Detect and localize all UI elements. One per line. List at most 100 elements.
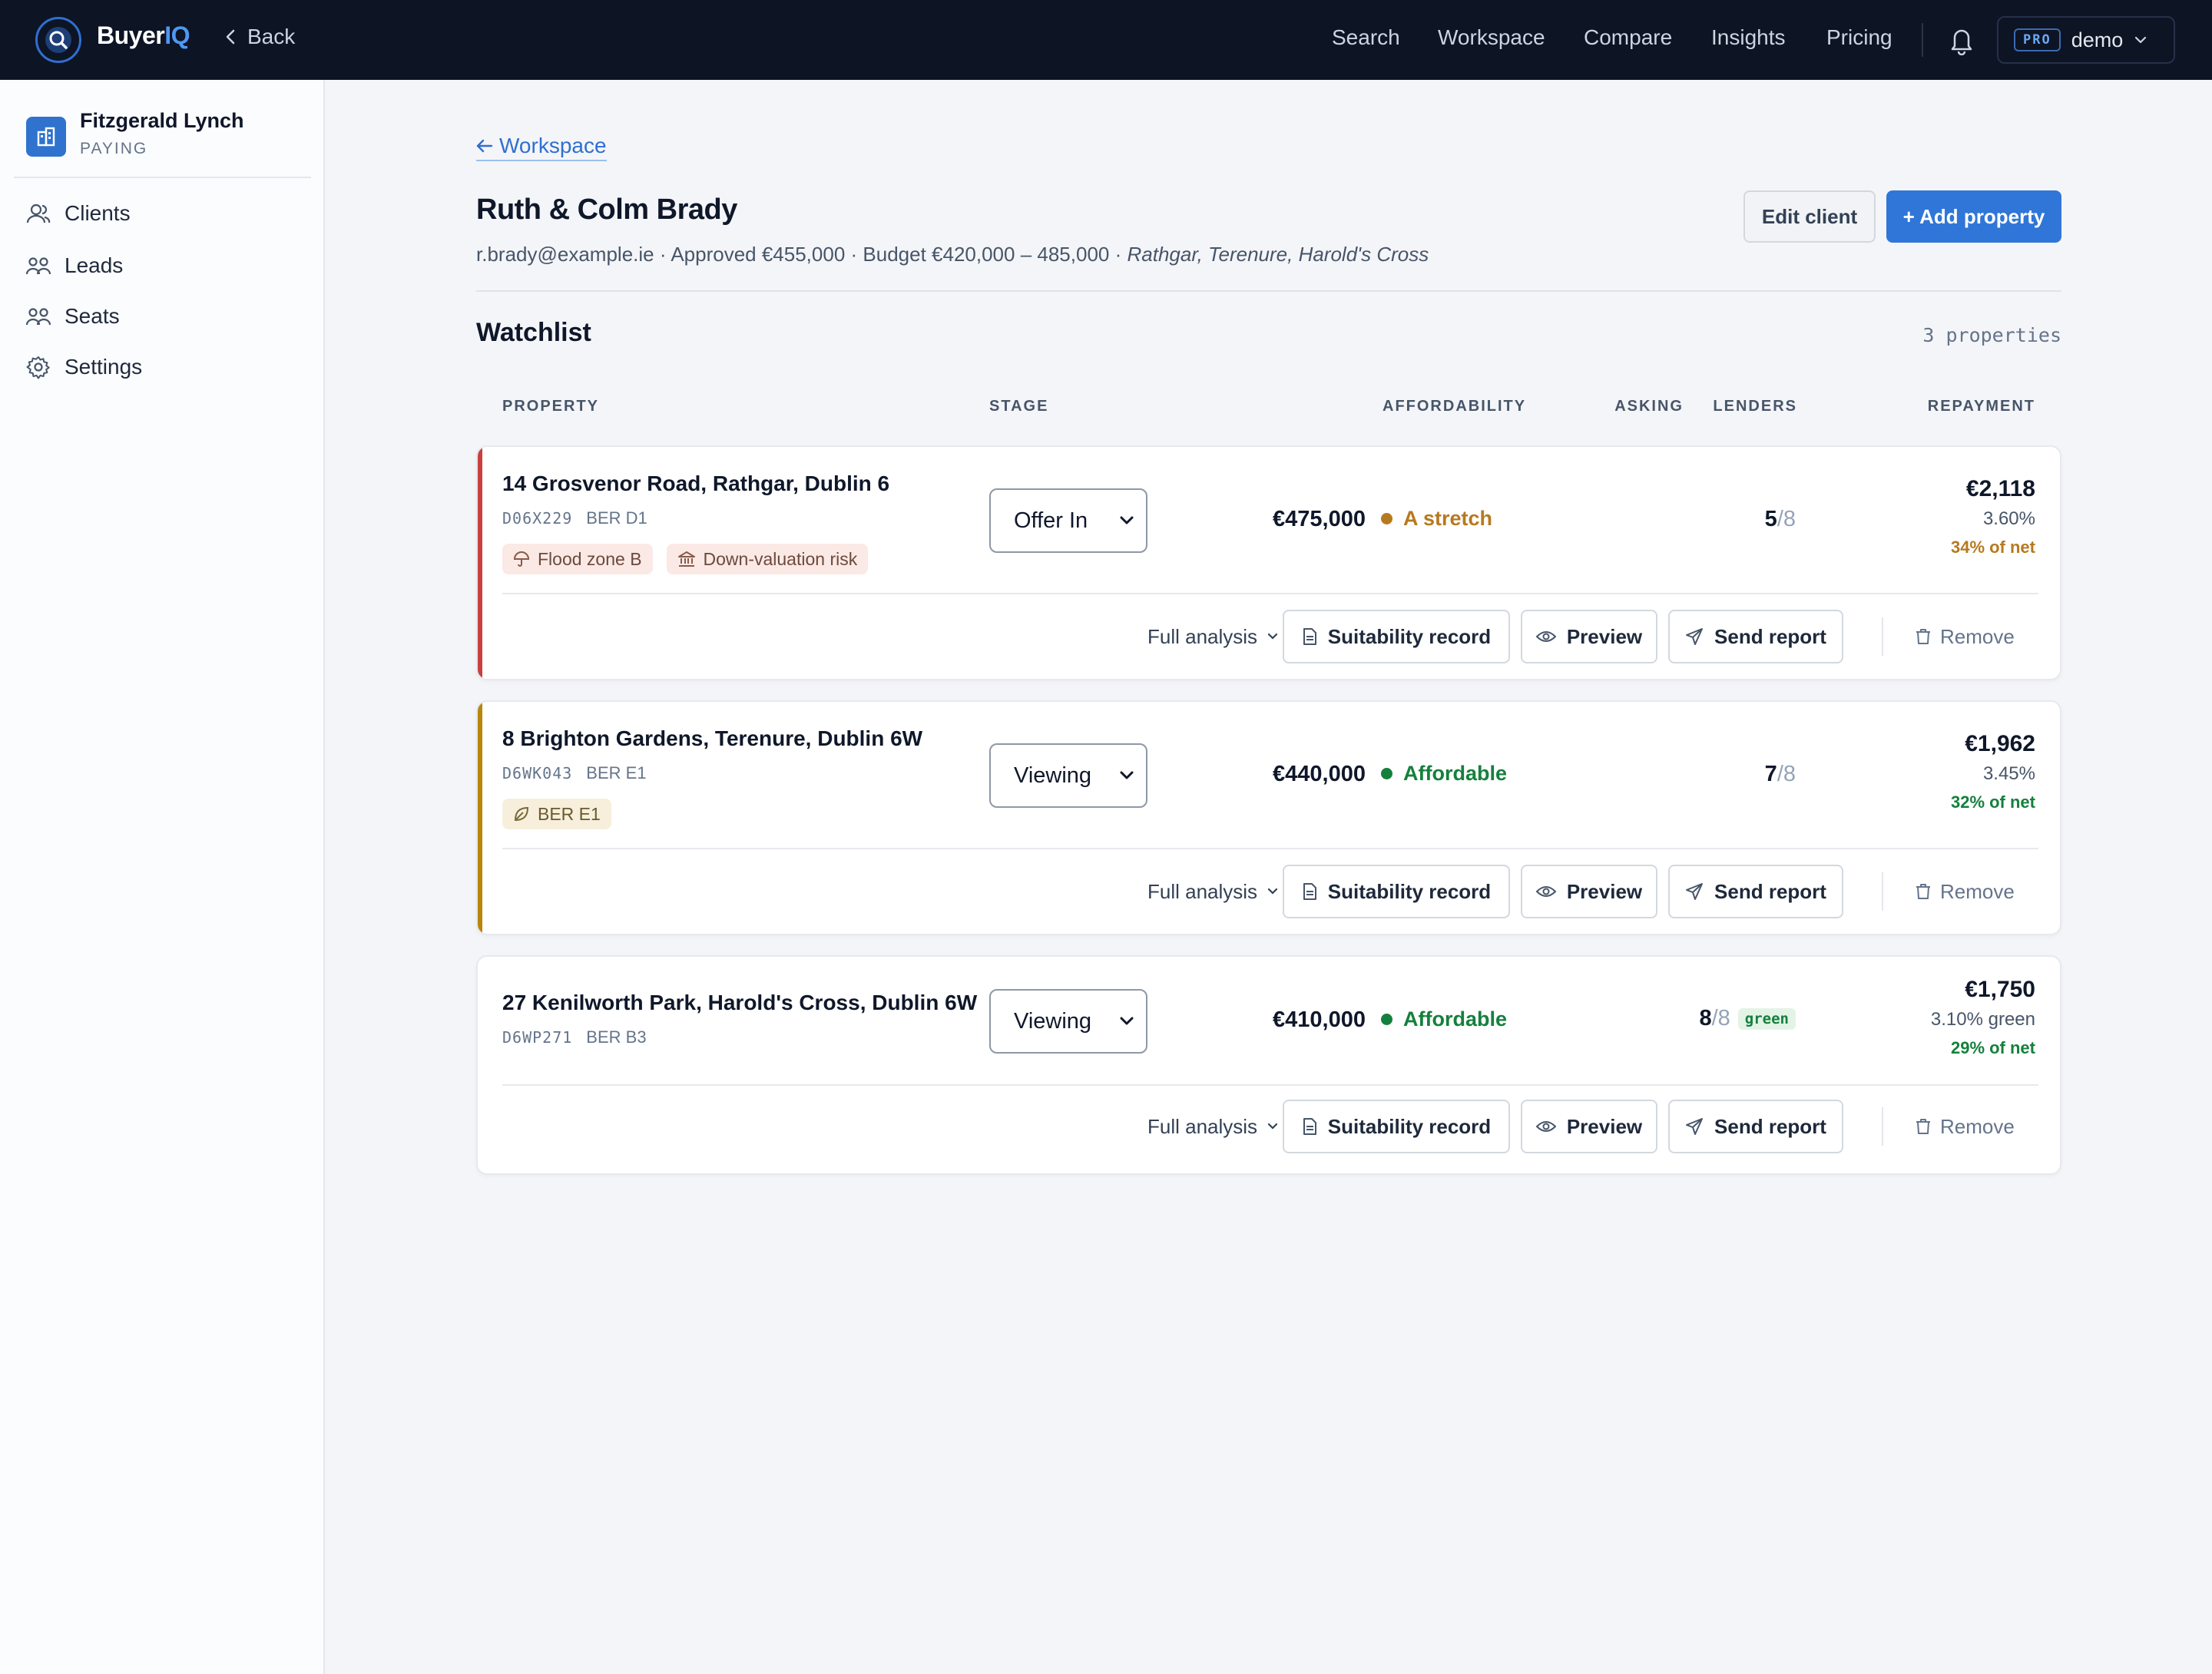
- preview-button[interactable]: Preview: [1521, 865, 1657, 918]
- nav-divider: [1922, 23, 1923, 57]
- stage-select[interactable]: Offer InViewing: [989, 989, 1147, 1054]
- edit-client-button[interactable]: Edit client: [1743, 190, 1876, 243]
- send-report-button[interactable]: Send report: [1668, 1100, 1843, 1153]
- suitability-record-button[interactable]: Suitability record: [1283, 865, 1510, 918]
- breadcrumb[interactable]: Workspace: [476, 134, 607, 161]
- client-approved: Approved €455,000: [671, 243, 846, 266]
- gear-icon: [26, 356, 50, 379]
- full-analysis-button[interactable]: Full analysis: [1147, 610, 1279, 663]
- nav-search[interactable]: Search: [1332, 25, 1400, 50]
- affordability-status: A stretch: [1381, 507, 1492, 531]
- remove-button[interactable]: Remove: [1916, 1100, 2015, 1153]
- sidebar-item-label: Clients: [65, 201, 131, 225]
- status-dot: [1381, 513, 1392, 524]
- send-report-button[interactable]: Send report: [1668, 610, 1843, 663]
- umbrella-icon: [513, 551, 530, 567]
- chevron-left-icon: [226, 29, 235, 45]
- green-mortgage-badge: green: [1737, 1007, 1796, 1030]
- add-property-button[interactable]: + Add property: [1886, 190, 2061, 243]
- ber-tag: BER E1: [502, 799, 611, 829]
- sidebar-divider: [14, 177, 311, 178]
- property-meta: D6WK043 BER E1: [502, 763, 647, 783]
- status-dot: [1381, 1014, 1392, 1025]
- nav-insights[interactable]: Insights: [1711, 25, 1786, 50]
- building-icon: [26, 117, 66, 157]
- trash-icon: [1916, 1119, 1930, 1134]
- down-valuation-tag: Down-valuation risk: [666, 544, 869, 574]
- asking-price: €440,000: [1273, 762, 1366, 786]
- row-divider: [502, 1084, 2038, 1086]
- actions-divider: [1882, 1107, 1883, 1146]
- brand-logo[interactable]: BuyerIQ: [97, 22, 190, 50]
- send-icon: [1686, 1118, 1704, 1135]
- eircode: D6WK043: [502, 764, 573, 782]
- send-icon: [1686, 628, 1704, 645]
- repayment-amount: €1,750: [1965, 977, 2035, 1002]
- users-icon: [26, 308, 51, 326]
- actions-divider: [1882, 617, 1883, 656]
- remove-button[interactable]: Remove: [1916, 865, 2015, 918]
- property-address[interactable]: 27 Kenilworth Park, Harold's Cross, Dubl…: [502, 991, 977, 1015]
- nav-workspace[interactable]: Workspace: [1438, 25, 1545, 50]
- sidebar-item-clients[interactable]: Clients: [26, 201, 131, 226]
- user-menu[interactable]: PRO demo: [1997, 16, 2175, 64]
- sidebar-item-seats[interactable]: Seats: [26, 304, 120, 329]
- preview-button[interactable]: Preview: [1521, 1100, 1657, 1153]
- user-icon: [26, 203, 51, 223]
- back-button[interactable]: Back: [224, 25, 295, 49]
- sidebar-item-leads[interactable]: Leads: [26, 253, 123, 278]
- full-analysis-button[interactable]: Full analysis: [1147, 865, 1279, 918]
- row-actions: Full analysis Suitability record Preview…: [478, 865, 2060, 918]
- eye-icon: [1535, 1121, 1556, 1132]
- client-areas: Rathgar, Terenure, Harold's Cross: [1127, 243, 1429, 266]
- affordability-status: Affordable: [1381, 762, 1507, 786]
- top-bar: BuyerIQ Back Search Workspace Compare In…: [0, 0, 2212, 80]
- repayment: €1,962 3.45% 32% of net: [1951, 731, 2035, 812]
- suitability-record-button[interactable]: Suitability record: [1283, 1100, 1510, 1153]
- sidebar-item-settings[interactable]: Settings: [26, 355, 142, 379]
- document-icon: [1303, 1118, 1316, 1135]
- users-icon: [26, 257, 51, 275]
- risk-tags: BER E1: [502, 799, 611, 829]
- remove-button[interactable]: Remove: [1916, 610, 2015, 663]
- repayment-amount: €2,118: [1965, 476, 2035, 501]
- net-income-share: 29% of net: [1950, 1038, 2035, 1057]
- nav-pricing[interactable]: Pricing: [1826, 25, 1892, 50]
- risk-tags: Flood zone B Down-valuation risk: [502, 544, 869, 574]
- logo-search-icon[interactable]: [35, 17, 81, 63]
- property-address[interactable]: 8 Brighton Gardens, Terenure, Dublin 6W: [502, 726, 922, 751]
- property-address[interactable]: 14 Grosvenor Road, Rathgar, Dublin 6: [502, 471, 889, 496]
- back-label: Back: [247, 25, 296, 48]
- org-status: PAYING: [80, 140, 148, 157]
- row-divider: [502, 593, 2038, 594]
- bell-icon[interactable]: [1948, 25, 1975, 59]
- stage-select[interactable]: Offer InViewing: [989, 743, 1147, 808]
- watchlist-count: 3 properties: [1922, 324, 2061, 346]
- document-icon: [1303, 883, 1316, 900]
- send-icon: [1686, 883, 1704, 900]
- eye-icon: [1535, 631, 1556, 642]
- eircode: D6WP271: [502, 1028, 573, 1047]
- column-lenders: LENDERS: [1713, 398, 1797, 415]
- repayment: €1,750 3.10% green 29% of net: [1931, 977, 2035, 1058]
- ber-rating: BER E1: [586, 763, 647, 782]
- full-analysis-button[interactable]: Full analysis: [1147, 1100, 1279, 1153]
- arrow-left-icon: [476, 139, 493, 153]
- lenders-count: 5/8: [1764, 507, 1796, 531]
- column-asking: ASKING: [1614, 398, 1684, 415]
- ber-rating: BER B3: [586, 1027, 647, 1047]
- preview-button[interactable]: Preview: [1521, 610, 1657, 663]
- suitability-record-button[interactable]: Suitability record: [1283, 610, 1510, 663]
- row-divider: [502, 848, 2038, 849]
- send-report-button[interactable]: Send report: [1668, 865, 1843, 918]
- row-actions: Full analysis Suitability record Preview…: [478, 610, 2060, 663]
- sidebar-item-label: Seats: [65, 304, 120, 328]
- leaf-icon: [514, 806, 529, 822]
- row-actions: Full analysis Suitability record Preview…: [478, 1100, 2060, 1153]
- stage-select[interactable]: Offer InViewing: [989, 488, 1147, 553]
- column-repayment: REPAYMENT: [1927, 398, 2035, 415]
- document-icon: [1303, 628, 1316, 645]
- property-meta: D06X229 BER D1: [502, 508, 647, 528]
- affordability-status: Affordable: [1381, 1007, 1507, 1031]
- nav-compare[interactable]: Compare: [1584, 25, 1672, 50]
